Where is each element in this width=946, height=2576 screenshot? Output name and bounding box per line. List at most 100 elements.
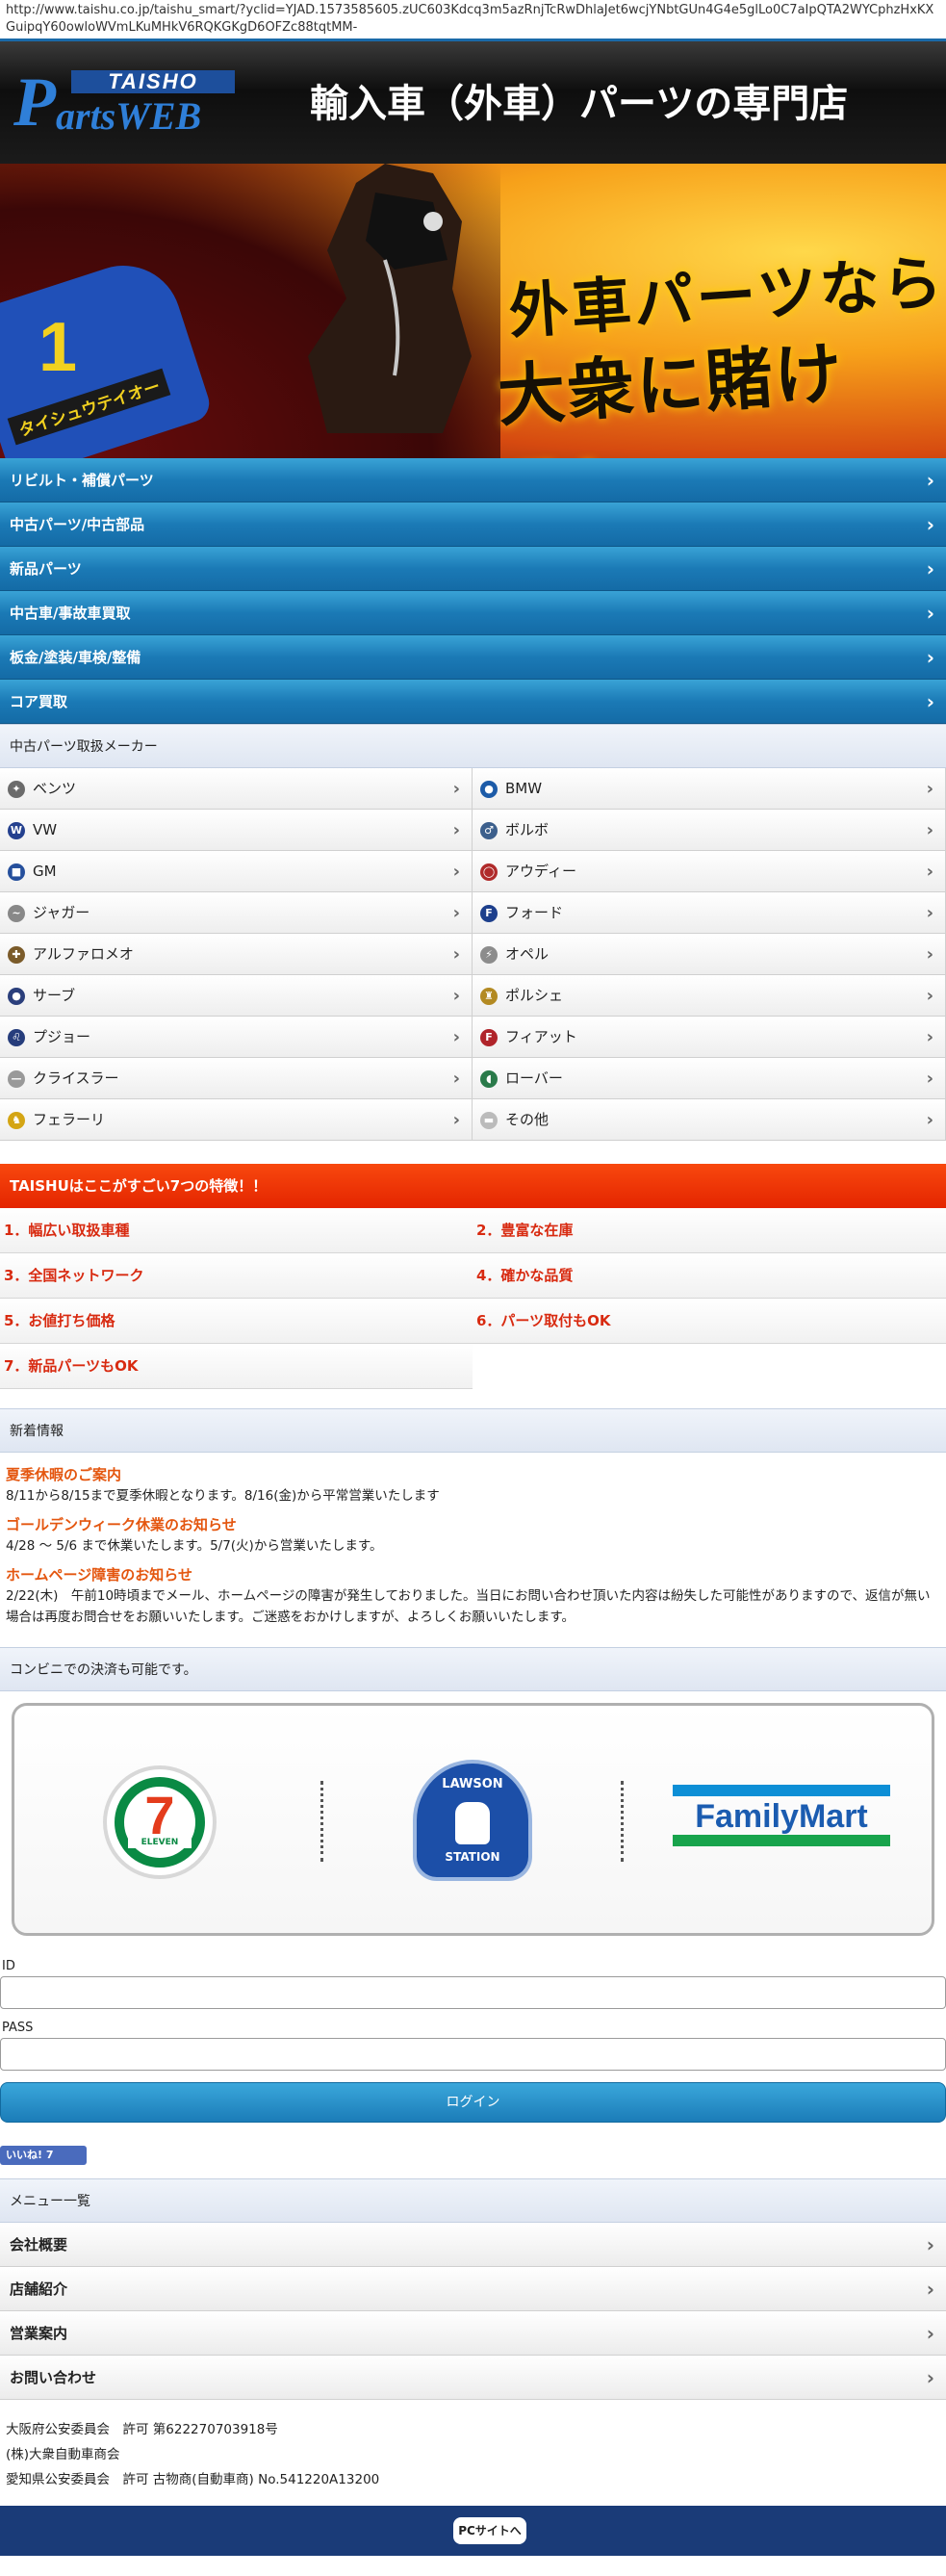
menu-company-profile[interactable]: 会社概要 › [0,2223,946,2267]
maker-item[interactable]: W VW › [0,810,473,851]
login-button[interactable]: ログイン [0,2082,946,2123]
news-list: 夏季休暇のご案内 8/11から8/15まで夏季休暇となります。8/16(金)から… [0,1453,946,1628]
seven-eleven-band: ELEVEN [128,1837,192,1848]
feature-item[interactable]: 6．パーツ取付もOK [473,1299,946,1344]
feature-item[interactable]: 4．確かな品質 [473,1253,946,1299]
menu-business-info[interactable]: 営業案内 › [0,2311,946,2356]
menu-store-intro[interactable]: 店舗紹介 › [0,2267,946,2311]
maker-item[interactable]: ✚ アルファロメオ › [0,934,473,975]
racehorse-image [308,164,472,433]
nav-label: 中古パーツ/中古部品 [10,516,145,533]
pass-label: PASS [2,2021,34,2035]
maker-item[interactable]: ~ ジャガー › [0,892,473,934]
maker-grid: ✦ ベンツ › ● BMW › W VW › ♂ ボルボ › ■ GM › ◯ アウディー › ~ ジャガ… [0,768,946,1141]
license-line: 大阪府公安委員会 許可 第622270703918号 [6,2422,278,2437]
company-name: (株)大衆自動車商会 [6,2447,120,2462]
chevron-right-icon: › [926,469,934,492]
nav-bodywork[interactable]: 板金/塗装/車検/整備 › [0,635,946,680]
maker-item[interactable]: ♌ プジョー › [0,1017,473,1058]
chevron-right-icon: › [926,2322,934,2345]
menu-label: 営業案内 [10,2325,68,2342]
maker-label: ローバー [505,1069,563,1087]
nav-new-parts[interactable]: 新品パーツ › [0,547,946,591]
saab-icon: ● [8,988,25,1005]
maker-item[interactable]: ✦ ベンツ › [0,768,473,810]
menu-heading: メニュー一覧 [0,2178,946,2223]
maker-label: クライスラー [33,1069,119,1087]
maker-item[interactable]: ● サーブ › [0,975,473,1017]
maker-item[interactable]: ● BMW › [473,768,946,810]
maker-item[interactable]: — クライスラー › [0,1058,473,1099]
opel-icon: ⚡ [480,946,498,964]
feature-item[interactable]: 3．全国ネットワーク [0,1253,473,1299]
feature-item[interactable]: 7．新品パーツもOK [0,1344,473,1389]
news-body: 8/11から8/15まで夏季休暇となります。8/16(金)から平常営業いたします [6,1488,440,1504]
maker-label: ベンツ [33,780,77,797]
chevron-right-icon: › [926,862,933,882]
maker-label: ポルシェ [505,987,564,1004]
feature-item[interactable]: 5．お値打ち価格 [0,1299,473,1344]
maker-item[interactable]: ⚡ オペル › [473,934,946,975]
maker-item[interactable]: F フォード › [473,892,946,934]
maker-item[interactable]: ◖ ローバー › [473,1058,946,1099]
password-input[interactable] [0,2038,946,2071]
maker-label: アウディー [505,863,576,880]
chevron-right-icon: › [452,862,460,882]
parts-web-logo[interactable]: P TAISHO artsWEB [13,64,235,141]
feature-item[interactable]: 1．幅広い取扱車種 [0,1208,473,1253]
feature-item[interactable]: 2．豊富な在庫 [473,1208,946,1253]
chrysler-icon: — [8,1070,25,1088]
nav-rebuilt-parts[interactable]: リビルト・補償パーツ › [0,458,946,502]
news-title[interactable]: ホームページ障害のお知らせ [6,1564,940,1585]
nav-core-purchase[interactable]: コア買取 › [0,680,946,724]
header-tagline: 輸入車（外車）パーツの専門店 [310,82,849,126]
nav-label: リビルト・補償パーツ [10,472,154,489]
maker-label: フェラーリ [33,1111,106,1128]
menu-contact[interactable]: お問い合わせ › [0,2356,946,2400]
facebook-like-button[interactable]: いいね! 7 [0,2146,87,2165]
familymart-green-stripe [673,1835,890,1846]
chevron-right-icon: › [452,1069,460,1089]
lawson-station-text: STATION [445,1850,500,1864]
chevron-right-icon: › [926,2366,934,2389]
maker-label: GM [33,863,57,880]
maker-label: BMW [505,780,543,797]
menu-label: 会社概要 [10,2236,68,2254]
address-bar[interactable]: http://www.taishu.co.jp/taishu_smart/?yc… [0,0,946,39]
maker-label: VW [33,821,58,838]
maker-item[interactable]: ◯ アウディー › [473,851,946,892]
fiat-icon: F [480,1029,498,1046]
audi-icon: ◯ [480,863,498,881]
id-input[interactable] [0,1976,946,2009]
maker-item[interactable]: ♂ ボルボ › [473,810,946,851]
jaguar-icon: ~ [8,905,25,922]
site-header: P TAISHO artsWEB 輸入車（外車）パーツの専門店 [0,39,946,164]
logo-divider [320,1781,323,1862]
logo-letter-p: P [13,64,56,141]
maker-item[interactable]: ▬ その他 › [473,1099,946,1141]
logo-taisho: TAISHO [71,70,235,93]
nav-car-purchase[interactable]: 中古車/事故車買取 › [0,591,946,635]
news-body: 4/28 ～ 5/6 まで休業いたします。5/7(火)から営業いたします。 [6,1538,383,1554]
news-title[interactable]: 夏季休暇のご案内 [6,1464,940,1485]
menu-label: 店舗紹介 [10,2280,68,2298]
chevron-right-icon: › [926,1027,933,1047]
maker-item[interactable]: ■ GM › [0,851,473,892]
pc-site-button[interactable]: PCサイトへ [453,2517,526,2544]
seven-eleven-logo: 7 ELEVEN [103,1765,217,1879]
news-title[interactable]: ゴールデンウィーク休業のお知らせ [6,1514,940,1535]
chevron-right-icon: › [926,557,934,580]
maker-item[interactable]: F フィアット › [473,1017,946,1058]
chevron-right-icon: › [452,820,460,840]
hero-banner: 1 タイシュウテイオー 外車パーツなら 大衆に賭けろ! [0,164,946,458]
maker-item[interactable]: ♜ ポルシェ › [473,975,946,1017]
news-heading: 新着情報 [0,1408,946,1453]
logo-parts-web: artsWEB [56,94,202,138]
maker-label: プジョー [33,1028,91,1045]
maker-item[interactable]: ♞ フェラーリ › [0,1099,473,1141]
volvo-icon: ♂ [480,822,498,839]
maker-label: サーブ [33,987,76,1004]
login-form: ID PASS ログイン [0,1936,946,2123]
chevron-right-icon: › [926,602,934,625]
nav-used-parts[interactable]: 中古パーツ/中古部品 › [0,502,946,547]
